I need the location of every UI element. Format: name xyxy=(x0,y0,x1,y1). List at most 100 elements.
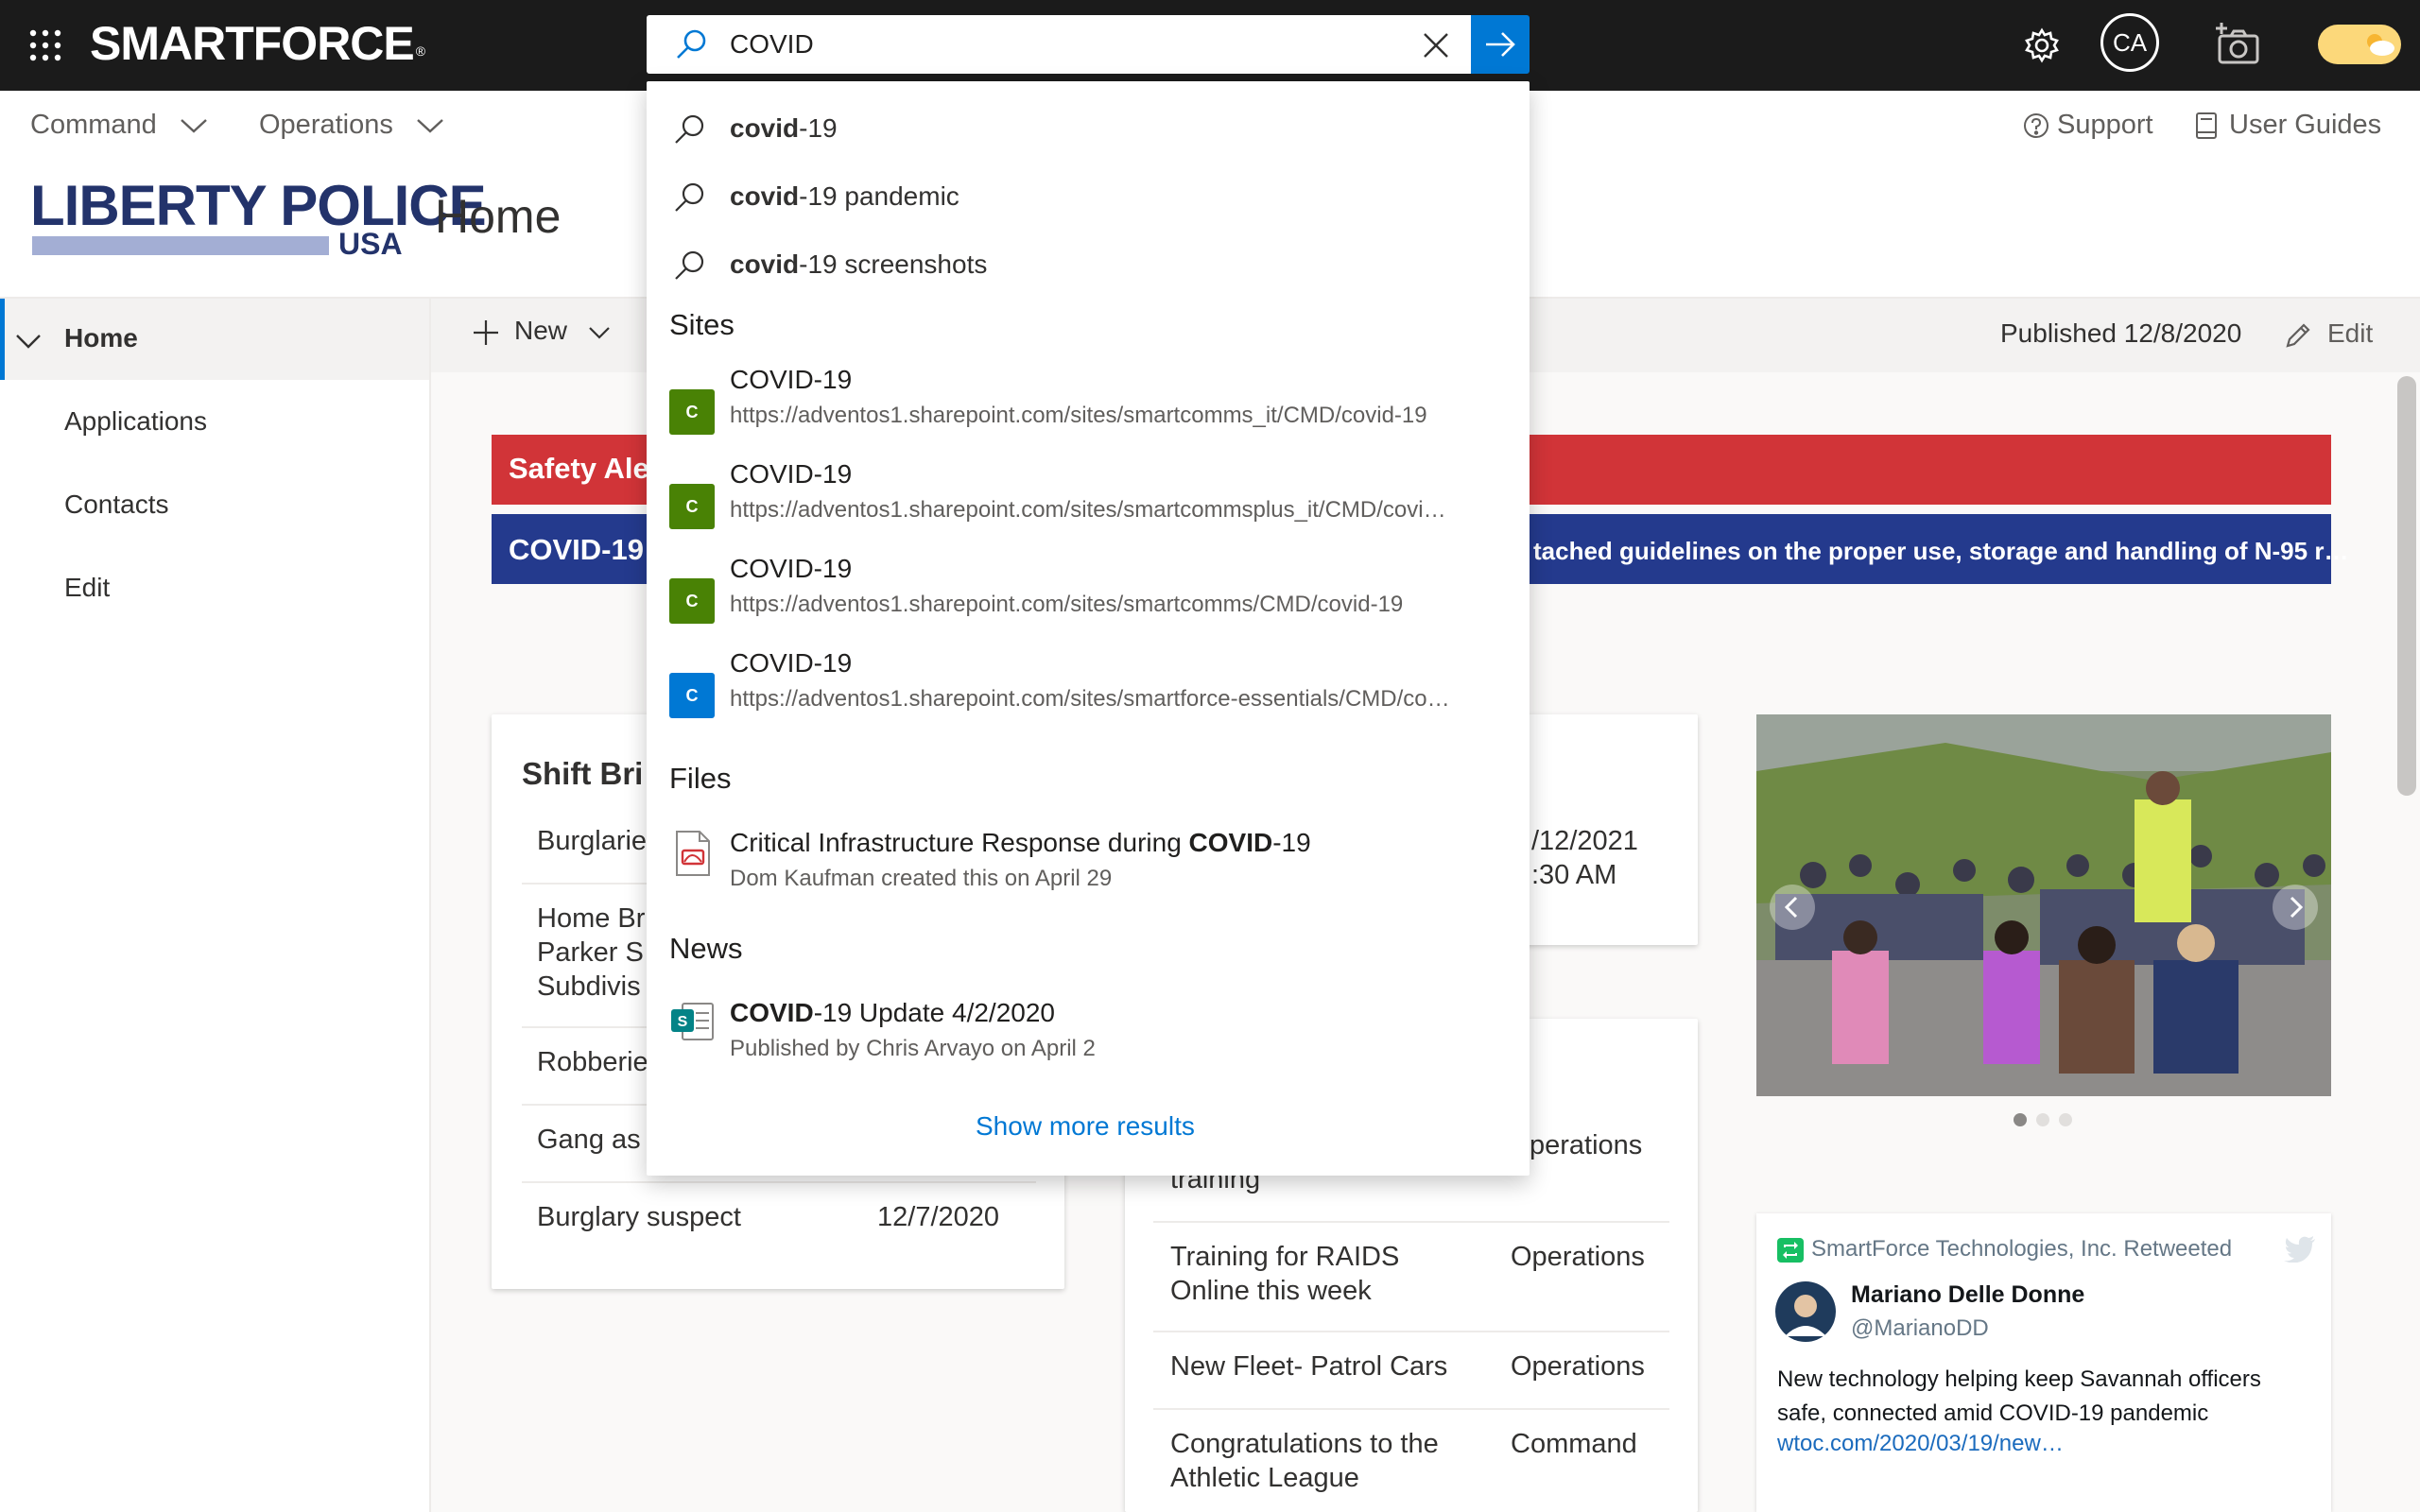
carousel-dot[interactable] xyxy=(2059,1113,2072,1126)
list-item-date: 12/7/2020 xyxy=(877,1202,1000,1232)
menu-operations[interactable]: Operations xyxy=(259,110,444,141)
nav-item-edit[interactable]: Edit xyxy=(64,573,110,603)
announcement-dept: Operations xyxy=(1511,1242,1645,1272)
gear-icon[interactable] xyxy=(2023,26,2061,64)
chevron-down-icon xyxy=(181,119,207,133)
divider xyxy=(1153,1331,1669,1332)
list-item[interactable]: Burglary suspect xyxy=(537,1200,741,1234)
arrow-right-icon xyxy=(1486,32,1515,57)
announcement-dept: Command xyxy=(1511,1429,1637,1459)
site-url: https://adventos1.sharepoint.com/sites/s… xyxy=(730,592,1404,617)
announcement-title[interactable]: Congratulations to the Athletic League xyxy=(1170,1427,1439,1495)
list-item[interactable]: Home Br Parker S Subdivis xyxy=(537,902,645,1004)
site-logo[interactable]: LIBERTY POLICE xyxy=(30,178,487,234)
announcement-title[interactable]: New Fleet- Patrol Cars xyxy=(1170,1349,1447,1383)
suggestion-rest: -19 pandemic xyxy=(799,181,959,211)
list-item[interactable]: Burglarie xyxy=(537,824,647,858)
announcement-title[interactable]: Training for RAIDS Online this week xyxy=(1170,1240,1399,1308)
list-item[interactable]: Gang as xyxy=(537,1123,641,1157)
edit-page-button[interactable]: Edit xyxy=(2284,318,2373,350)
carousel-prev-button[interactable] xyxy=(1770,885,1815,930)
suggestion-item[interactable]: covid-19 xyxy=(647,94,1530,157)
chevron-down-icon[interactable] xyxy=(15,333,42,350)
menu-command[interactable]: Command xyxy=(30,110,208,141)
suggestion-item[interactable]: covid-19 screenshots xyxy=(647,231,1530,293)
tweet-author-handle[interactable]: @MarianoDD xyxy=(1851,1315,1989,1342)
divider xyxy=(1153,1221,1669,1223)
site-icon: C xyxy=(669,578,715,624)
brand-logo[interactable]: SMARTFORCE ® xyxy=(90,13,425,74)
site-logo-sub: USA xyxy=(338,227,403,261)
support-link[interactable]: Support xyxy=(2023,110,2153,141)
avatar[interactable] xyxy=(1775,1281,1836,1342)
top-bar: SMARTFORCE® CA xyxy=(0,0,2420,91)
pdf-file-icon xyxy=(676,831,710,876)
menu-operations-label: Operations xyxy=(259,110,393,140)
avatar[interactable]: CA xyxy=(2100,13,2159,72)
left-nav xyxy=(0,299,431,1512)
file-title-prefix: Critical Infrastructure Response during xyxy=(730,828,1189,857)
photo-carousel[interactable] xyxy=(1756,714,2331,1096)
site-url: https://adventos1.sharepoint.com/sites/s… xyxy=(730,497,1446,523)
waffle-icon[interactable] xyxy=(28,28,62,62)
pencil-icon xyxy=(2286,323,2310,348)
site-result[interactable]: C COVID-19 https://adventos1.sharepoint.… xyxy=(647,648,1530,739)
nav-item-contacts[interactable]: Contacts xyxy=(64,490,169,520)
carousel-dot-active[interactable] xyxy=(2014,1113,2027,1126)
site-title: COVID-19 xyxy=(730,459,853,489)
covid-alert-title: COVID-19 / xyxy=(509,533,661,566)
camera-add-icon[interactable] xyxy=(2214,23,2261,66)
support-label: Support xyxy=(2057,110,2153,140)
user-guides-link[interactable]: User Guides xyxy=(2195,110,2381,141)
new-button[interactable]: New xyxy=(473,316,611,346)
file-result[interactable]: Critical Infrastructure Response during … xyxy=(647,828,1530,900)
shift-briefing-title: Shift Bri xyxy=(522,756,644,791)
nav-item-applications[interactable]: Applications xyxy=(64,406,207,437)
search-input[interactable] xyxy=(730,23,1392,66)
suggestion-match: covid xyxy=(730,113,800,143)
carousel-dot[interactable] xyxy=(2036,1113,2049,1126)
event-time: :30 AM xyxy=(1531,860,1617,890)
event-date: /12/2021 xyxy=(1531,826,1638,856)
news-section-header: News xyxy=(669,932,743,965)
sharepoint-news-icon: S xyxy=(671,1003,714,1040)
announcement-dept: perations xyxy=(1530,1130,1643,1160)
site-result[interactable]: C COVID-19 https://adventos1.sharepoint.… xyxy=(647,365,1530,455)
search-submit-button[interactable] xyxy=(1471,15,1530,74)
edit-page-label: Edit xyxy=(2327,318,2374,348)
page-scrollbar[interactable] xyxy=(2397,376,2416,796)
covid-alert-message: tached guidelines on the proper use, sto… xyxy=(1533,537,2349,565)
registered-mark: ® xyxy=(415,43,425,59)
tweet-text: New technology helping keep Savannah off… xyxy=(1777,1366,2261,1426)
page-title: Home xyxy=(435,190,562,243)
twitter-feed-card: SmartForce Technologies, Inc. Retweeted … xyxy=(1756,1213,2331,1512)
suggestion-rest: -19 xyxy=(799,113,838,143)
show-more-results-link[interactable]: Show more results xyxy=(976,1111,1195,1142)
tweet-author-name[interactable]: Mariano Delle Donne xyxy=(1851,1281,2084,1309)
search-icon xyxy=(675,28,707,60)
carousel-next-button[interactable] xyxy=(2273,885,2318,930)
close-icon[interactable] xyxy=(1422,31,1450,60)
retweet-label: SmartForce Technologies, Inc. Retweeted xyxy=(1811,1236,2233,1262)
list-item[interactable]: Robberie xyxy=(537,1045,648,1079)
suggestion-rest: -19 screenshots xyxy=(799,249,988,279)
theme-toggle-icon xyxy=(2363,32,2395,57)
suggestion-item[interactable]: covid-19 pandemic xyxy=(647,163,1530,225)
new-button-label: New xyxy=(514,316,568,345)
search-icon xyxy=(675,182,704,212)
tweet-link[interactable]: wtoc.com/2020/03/19/new… xyxy=(1777,1431,2064,1457)
news-result[interactable]: S COVID-19 Update 4/2/2020 Published by … xyxy=(647,998,1530,1070)
site-result[interactable]: C COVID-19 https://adventos1.sharepoint.… xyxy=(647,459,1530,550)
add-icon xyxy=(474,319,498,345)
safety-alert-text: Safety Ale xyxy=(509,452,649,485)
chevron-down-icon xyxy=(589,326,610,339)
site-result[interactable]: C COVID-19 https://adventos1.sharepoint.… xyxy=(647,554,1530,644)
carousel-image xyxy=(1756,714,2331,1096)
search-box[interactable] xyxy=(647,15,1471,74)
sites-section-header: Sites xyxy=(669,308,735,341)
site-title: COVID-19 xyxy=(730,648,853,678)
nav-active-indicator xyxy=(0,299,5,380)
logo-stripe xyxy=(32,236,329,255)
theme-toggle[interactable] xyxy=(2318,25,2401,64)
chevron-right-icon xyxy=(2290,896,2304,919)
